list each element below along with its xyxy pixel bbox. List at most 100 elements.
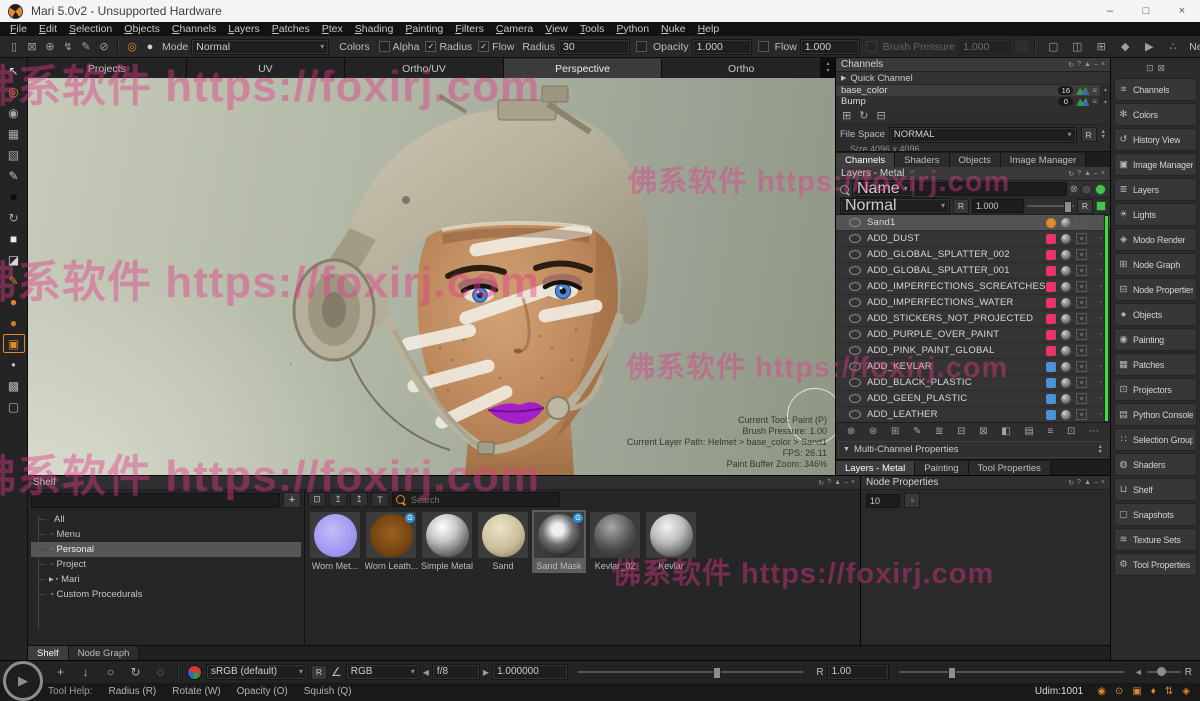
layers-toolbar-icon[interactable]: ≣ [935,426,943,437]
sync-status-icon[interactable] [1095,184,1106,195]
layer-mask-icon[interactable] [1076,345,1087,356]
channels-tab[interactable]: Objects [950,153,1001,167]
status-icon[interactable]: ⊙ [1115,686,1123,697]
colors-label[interactable]: Colors [339,41,369,53]
shelf-item[interactable]: Worn Met... [308,510,362,573]
layer-preview-sphere[interactable] [1061,362,1071,372]
layer-color-swatch[interactable] [1046,314,1056,324]
layer-color-swatch[interactable] [1046,282,1056,292]
layer-color-swatch[interactable] [1046,410,1056,420]
tool-button[interactable]: ● [3,292,25,311]
menu-item[interactable]: Edit [33,22,63,36]
window-control-button[interactable]: □ [1128,0,1164,22]
channel-scrollbar[interactable]: ▴▾ [1100,85,1110,107]
layer-mask-icon[interactable] [1076,313,1087,324]
channel-row[interactable]: Bump 0 ≡ [836,96,1100,107]
brush-target-icon[interactable]: ◎ [123,39,141,55]
layer-color-swatch[interactable] [1046,378,1056,388]
opacity-input[interactable]: 1.000 [692,39,752,55]
tool-button[interactable]: ▢ [3,397,25,416]
mode-select[interactable]: Normal▾ [191,39,329,55]
layer-preview-sphere[interactable] [1061,282,1071,292]
projection-icon[interactable]: ▶ [1140,39,1158,55]
viewport-tab[interactable]: Perspective [504,58,663,78]
scroll-down-icon[interactable]: ▾ [826,68,829,75]
layer-color-swatch[interactable] [1046,346,1056,356]
layer-row[interactable]: ADD_LEATHER ▫ [836,407,1110,422]
project-file-icon[interactable]: ▯ [5,39,23,55]
layer-visibility-icon[interactable] [849,250,861,259]
file-space-reset-button[interactable]: R [1081,127,1097,142]
dock-item[interactable]: ⊟ Node Properties [1114,278,1197,301]
shelf-item-tile[interactable] [422,512,472,558]
layers-tab[interactable]: Tool Properties [969,461,1051,475]
panel-control-icon[interactable]: ▲ [834,479,841,486]
layer-preview-sphere[interactable] [1061,394,1071,404]
layer-visibility-icon[interactable] [849,378,861,387]
shelf-item-tile[interactable] [590,512,640,558]
dock-item[interactable]: ⊔ Shelf [1114,478,1197,501]
search-mode-select[interactable]: Name▾ [852,181,912,197]
shelf-toolbar-icon[interactable]: T [371,492,389,507]
layer-preview-sphere[interactable] [1061,330,1071,340]
layer-color-swatch[interactable] [1046,362,1056,372]
speaker-icon[interactable]: ◄ [1134,667,1143,677]
checkbox-icon[interactable]: ✓ [478,41,489,52]
panel-control-icon[interactable]: ▲ [1084,479,1091,486]
dock-item[interactable]: ☀ Lights [1114,203,1197,226]
panel-control-icon[interactable]: × [1101,170,1105,177]
tool-button[interactable]: ■ [3,187,25,206]
status-icon[interactable]: ▣ [1132,686,1141,697]
layer-color-swatch[interactable] [1046,250,1056,260]
panel-control-icon[interactable]: ↻ [818,479,824,487]
tool-button[interactable]: ▧ [3,145,25,164]
layer-row[interactable]: ADD_GLOBAL_SPLATTER_001 ▫ [836,263,1110,279]
exposure-slider[interactable] [578,671,803,673]
tool-button[interactable]: ■ [3,229,25,248]
transform-tool-icon[interactable]: + [48,663,73,681]
transform-tool-icon[interactable]: ◌ [148,663,173,681]
layers-toolbar-icon[interactable]: ▤ [1024,426,1033,437]
shelf-item[interactable]: G Sand Mask [532,510,586,573]
display-channel-select[interactable]: RGB▾ [346,664,420,680]
shelf-item-tile[interactable]: G [366,512,416,558]
tool-button[interactable]: ● [3,313,25,332]
layer-mask-icon[interactable] [1076,249,1087,260]
layers-search-input[interactable] [915,182,1067,196]
transform-tool-icon[interactable]: ↻ [123,663,148,681]
tab-scroll-arrows[interactable]: ▴▾ [821,58,835,78]
layer-preview-sphere[interactable] [1061,218,1071,228]
menu-item[interactable]: Ptex [316,22,349,36]
filter-knob-icon[interactable] [1081,184,1092,195]
curve-icon[interactable]: ∠ [331,665,342,679]
dock-item[interactable]: ▢ Snapshots [1114,503,1197,526]
layer-mask-icon[interactable] [1076,361,1087,372]
shelf-toolbar-icon[interactable]: ⊡ [308,492,326,507]
layer-preview-sphere[interactable] [1061,266,1071,276]
shelf-item-tile[interactable] [310,512,360,558]
layer-visibility-icon[interactable] [849,218,861,227]
dock-item[interactable]: ● Objects [1114,303,1197,326]
channels-toolbar-icon[interactable]: ⊟ [876,109,885,122]
dock-item[interactable]: ⊞ Node Graph [1114,253,1197,276]
dock-item[interactable]: ≋ Texture Sets [1114,528,1197,551]
project-file-icon[interactable]: ⊘ [95,39,113,55]
color-space-reset-button[interactable]: R [311,665,327,680]
layer-preview-sphere[interactable] [1061,298,1071,308]
dock-item[interactable]: ≣ Layers [1114,178,1197,201]
dock-layout-icon[interactable]: ⊡ [1146,63,1154,74]
layers-toolbar-icon[interactable]: ⊡ [1067,426,1075,437]
status-icon[interactable]: ◈ [1182,686,1190,697]
layers-toolbar-icon[interactable]: ⊛ [869,426,877,437]
viewport-canvas[interactable]: Current Tool: Paint (P)Brush Pressure: 1… [28,78,835,475]
dock-item[interactable]: ⊡ Projectors [1114,378,1197,401]
volume-knob[interactable] [1157,667,1166,676]
dock-item[interactable]: ≡ Channels [1114,78,1197,101]
status-icon[interactable]: ◉ [1097,686,1106,697]
checkbox-icon[interactable]: ✓ [379,41,390,52]
right-reset-label[interactable]: R [1185,667,1192,678]
menu-item[interactable]: Shading [349,22,400,36]
project-file-icon[interactable]: ✎ [77,39,95,55]
layer-preview-sphere[interactable] [1061,346,1071,356]
scroll-stepper[interactable]: ▲▼ [1101,130,1106,140]
